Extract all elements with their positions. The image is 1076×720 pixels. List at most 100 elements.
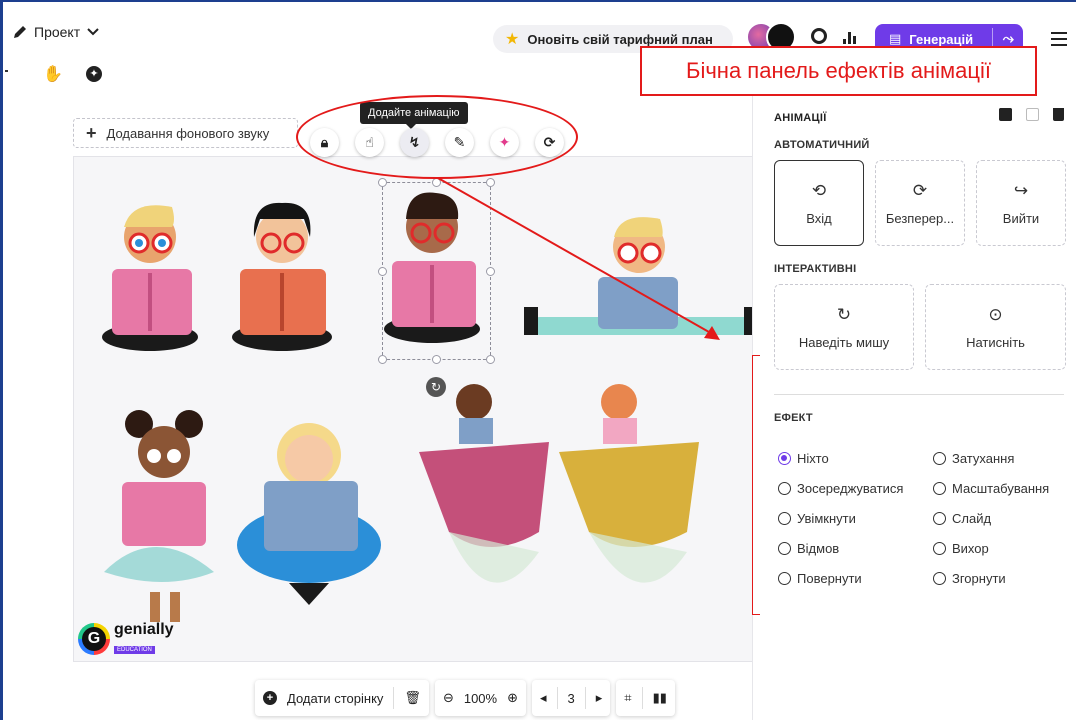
- character-boy-blond[interactable]: [102, 205, 198, 351]
- effect-option[interactable]: Відмов: [778, 538, 933, 559]
- animation-icon[interactable]: ↯: [400, 128, 429, 157]
- stats-icon[interactable]: [843, 30, 857, 44]
- resize-handle[interactable]: [378, 267, 387, 276]
- share-icon[interactable]: ⤳: [1003, 30, 1014, 47]
- add-page-button[interactable]: Додати сторінку: [287, 691, 383, 706]
- hover-icon: ↻: [836, 304, 852, 324]
- effect-option[interactable]: Зосереджуватися: [778, 478, 933, 499]
- character-boy-on-book-magenta[interactable]: [419, 384, 549, 583]
- interactivity-icon[interactable]: ☝︎: [355, 128, 384, 157]
- genially-logo-mark: G: [78, 623, 110, 655]
- split-view-icon[interactable]: ▮▮: [653, 690, 667, 706]
- effect-option[interactable]: Слайд: [933, 508, 1068, 529]
- accessibility-icon[interactable]: ✦: [86, 66, 102, 82]
- copy-icon[interactable]: [999, 108, 1012, 121]
- bottom-toolbar: + Додати сторінку 🗑︎ ⊖ 100% ⊕ ◂ 3 ▸ ⌗ ▮▮: [255, 680, 675, 716]
- effect-option[interactable]: Увімкнути: [778, 508, 933, 529]
- resize-handle[interactable]: [486, 355, 495, 364]
- effect-label: Зосереджуватися: [797, 481, 904, 496]
- resize-handle[interactable]: [378, 178, 387, 187]
- effect-radio-group: Ніхто Затухання Зосереджуватися Масштабу…: [778, 448, 1068, 589]
- resize-handle[interactable]: [432, 355, 441, 364]
- annotation-label: Бічна панель ефектів анімації: [640, 46, 1037, 96]
- character-boy-splits[interactable]: [524, 217, 753, 335]
- enter-icon: ⟲: [811, 180, 827, 200]
- delete-page-icon[interactable]: 🗑︎: [404, 690, 421, 706]
- effect-label: Ніхто: [797, 451, 829, 466]
- divider: [641, 687, 643, 709]
- previous-page-icon[interactable]: ◂: [540, 690, 547, 706]
- radio-icon: [778, 542, 791, 555]
- animation-option-loop[interactable]: ⟳ Безпереp...: [875, 160, 965, 246]
- radio-icon: [778, 482, 791, 495]
- next-page-icon[interactable]: ▸: [596, 690, 603, 706]
- zoom-out-icon[interactable]: ⊖: [443, 690, 454, 706]
- effect-option[interactable]: Затухання: [933, 448, 1068, 469]
- animation-option-enter[interactable]: ⟲ Вхід: [774, 160, 864, 246]
- apply-all-icon[interactable]: [1026, 108, 1039, 121]
- pencil-icon: [14, 26, 26, 38]
- divider: [556, 687, 558, 709]
- option-label: Натисніть: [966, 334, 1025, 350]
- animation-option-exit[interactable]: ↪ Вийти: [976, 160, 1066, 246]
- hand-icon[interactable]: ✋: [43, 64, 63, 84]
- effect-option[interactable]: Згорнути: [933, 568, 1068, 589]
- edit-pencil-icon[interactable]: ✎: [445, 128, 474, 157]
- option-label: Безпереp...: [885, 210, 955, 226]
- divider: [393, 687, 395, 709]
- genially-logo: G genially EDUCATION: [78, 622, 174, 656]
- replay-icon[interactable]: ↻: [426, 377, 446, 397]
- tooltip: Додайте анімацію: [360, 102, 468, 129]
- resize-handle[interactable]: [432, 178, 441, 187]
- animation-option-hover[interactable]: ↻ Наведіть мишу: [774, 284, 914, 370]
- selection-frame[interactable]: [378, 178, 495, 364]
- ai-sparkle-icon[interactable]: ✦: [490, 128, 519, 157]
- radio-selected-icon: [778, 452, 791, 465]
- add-page-plus-icon[interactable]: +: [263, 691, 277, 705]
- effect-option[interactable]: Повернути: [778, 568, 933, 589]
- animation-option-click[interactable]: ⊙ Натисніть: [925, 284, 1066, 370]
- logo-subtext: EDUCATION: [114, 646, 155, 654]
- replace-icon[interactable]: ⟳: [535, 128, 564, 157]
- resize-handle[interactable]: [486, 267, 495, 276]
- character-girl-dark-hair[interactable]: [232, 202, 332, 351]
- page-number: 3: [567, 690, 575, 706]
- effect-option[interactable]: Ніхто: [778, 448, 933, 469]
- effect-option[interactable]: Вихор: [933, 538, 1068, 559]
- resize-handle[interactable]: [486, 178, 495, 187]
- help-icon[interactable]: [811, 28, 827, 44]
- radio-icon: [933, 572, 946, 585]
- effect-label: Увімкнути: [797, 511, 856, 526]
- click-icon: ⊙: [988, 304, 1003, 324]
- character-girl-puffs[interactable]: [104, 410, 214, 622]
- delete-icon[interactable]: [1053, 108, 1064, 121]
- add-background-sound-button[interactable]: + Додавання фонового звуку: [73, 118, 298, 148]
- panel-actions: [999, 108, 1064, 121]
- view-controls: ⌗ ▮▮: [616, 680, 675, 716]
- hamburger-menu-icon[interactable]: [1051, 32, 1067, 50]
- character-girl-on-book-yellow[interactable]: [559, 384, 699, 583]
- zoom-in-icon[interactable]: ⊕: [507, 690, 518, 706]
- project-menu[interactable]: Проект: [13, 24, 99, 40]
- loop-icon: ⟳: [912, 180, 928, 200]
- logo-wordmark: genially: [114, 621, 174, 638]
- effect-label: Відмов: [797, 541, 840, 556]
- effect-option[interactable]: Масштабування: [933, 478, 1068, 499]
- radio-icon: [778, 572, 791, 585]
- divider: [5, 70, 8, 72]
- project-label: Проект: [34, 24, 81, 40]
- option-label: Вхід: [806, 210, 832, 226]
- effect-label: Затухання: [952, 451, 1015, 466]
- automatic-heading: АВТОМАТИЧНИЙ: [774, 139, 870, 151]
- upgrade-label: Оновіть свій тарифний план: [527, 31, 713, 47]
- character-girl-blonde[interactable]: [237, 423, 381, 605]
- radio-icon: [933, 512, 946, 525]
- resize-handle[interactable]: [378, 355, 387, 364]
- divider: [774, 394, 1064, 395]
- effect-label: Згорнути: [952, 571, 1006, 586]
- secondary-toolbar: ✋ ✦: [3, 62, 103, 86]
- fit-screen-icon[interactable]: ⌗: [624, 690, 631, 706]
- zoom-controls: ⊖ 100% ⊕: [434, 680, 526, 716]
- lock-icon[interactable]: 🔒︎: [310, 128, 339, 157]
- template-button-label: Генерацій: [909, 31, 974, 47]
